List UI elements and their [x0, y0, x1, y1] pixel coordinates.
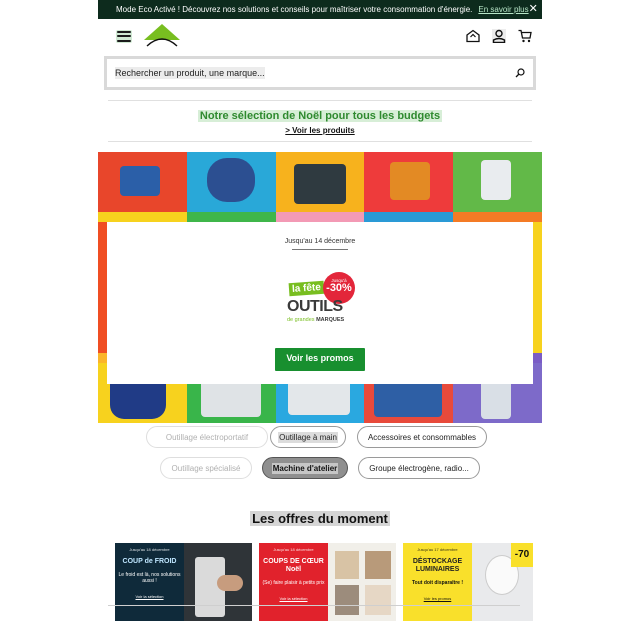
discount-value: -30%: [326, 282, 352, 294]
offer-date: Jusqu'au 18 décembre: [273, 547, 314, 552]
search-icon[interactable]: [515, 68, 525, 78]
christmas-selection-banner: Notre sélection de Noël pour tous les bu…: [98, 101, 542, 141]
chip-machine-d-atelier[interactable]: Machine d'atelier: [262, 457, 348, 479]
account-icon[interactable]: [492, 29, 506, 43]
offer-cta[interactable]: Voir la sélection: [115, 594, 184, 599]
offer-card-text: Jusqu'au 18 décembre COUPS DE CŒUR Noël …: [259, 543, 328, 621]
chip-accessoires-consommables[interactable]: Accessoires et consommables: [357, 426, 487, 448]
decor-image: [335, 585, 359, 615]
product-tile: [98, 152, 187, 212]
offer-headline: COUPS DE CŒUR Noël: [263, 558, 324, 573]
search-input[interactable]: Rechercher un produit, une marque...: [107, 59, 533, 87]
badge-outils: OUTILS: [287, 298, 343, 315]
offer-date: Jusqu'au 17 décembre: [417, 547, 458, 552]
divider: [108, 141, 532, 142]
see-products-link[interactable]: > Voir les produits: [98, 126, 542, 135]
menu-icon[interactable]: [116, 29, 132, 43]
fete-des-outils-logo: la fête Jusqu'à -30% OUTILS de grandes M…: [283, 266, 357, 326]
badge-marques-prefix: de grandes: [287, 317, 315, 323]
offer-discount: -70: [511, 543, 533, 567]
offers-carousel: Jusqu'au 18 décembre COUP de FROID Le fr…: [98, 543, 542, 623]
offer-body: Le froid est là, nos solutions aussi !: [118, 572, 181, 584]
offer-card-text: Jusqu'au 18 décembre COUP de FROID Le fr…: [115, 543, 184, 621]
offer-card-destockage[interactable]: Jusqu'au 17 décembre DÉSTOCKAGE LUMINAIR…: [403, 543, 533, 621]
close-icon[interactable]: ✕: [529, 4, 538, 15]
offer-card-coups-de-coeur[interactable]: Jusqu'au 18 décembre COUPS DE CŒUR Noël …: [259, 543, 396, 621]
offers-title: Les offres du moment: [250, 511, 390, 526]
product-tile: [275, 152, 365, 212]
divider: [108, 605, 520, 606]
header-actions: [466, 29, 532, 43]
hand-image: [217, 575, 243, 591]
search-placeholder: Rechercher un produit, une marque...: [115, 67, 265, 79]
offer-cta[interactable]: Voir la sélection: [259, 596, 328, 601]
decor-image: [335, 551, 359, 579]
category-chips: Outillage électroportatif Outillage à ma…: [98, 424, 542, 488]
offer-date: Jusqu'au 18 décembre: [129, 547, 170, 552]
chip-label: Outillage électroportatif: [165, 432, 249, 442]
eco-mode-banner: Mode Eco Activé ! Découvrez nos solution…: [98, 0, 542, 19]
search-bar: Rechercher un produit, une marque...: [104, 56, 536, 90]
offer-card-coup-de-froid[interactable]: Jusqu'au 18 décembre COUP de FROID Le fr…: [115, 543, 252, 621]
divider: [292, 249, 348, 250]
site-header: [98, 19, 542, 53]
see-promos-button[interactable]: Voir les promos: [275, 348, 365, 371]
chip-label: Outillage à main: [278, 431, 338, 443]
offers-section-title: Les offres du moment: [98, 510, 542, 528]
product-tile: [186, 152, 276, 212]
offer-card-text: Jusqu'au 17 décembre DÉSTOCKAGE LUMINAIR…: [403, 543, 472, 621]
chip-label: Groupe électrogène, radio...: [369, 463, 469, 473]
chip-groupe-electrogene[interactable]: Groupe électrogène, radio...: [358, 457, 480, 479]
offer-body: Tout doit disparaître !: [411, 580, 464, 586]
product-tile: [364, 152, 454, 212]
tools-promo-hero[interactable]: Jusqu'au 14 décembre la fête Jusqu'à -30…: [98, 152, 542, 423]
offer-headline: COUP de FROID: [122, 558, 177, 565]
badge-fete: la fête: [288, 280, 325, 297]
chip-outillage-a-main[interactable]: Outillage à main: [270, 426, 346, 448]
chip-label: Accessoires et consommables: [367, 432, 477, 442]
promo-date: Jusqu'au 14 décembre: [284, 238, 356, 245]
store-icon[interactable]: [466, 29, 480, 43]
leroy-merlin-logo[interactable]: [144, 24, 180, 48]
christmas-selection-title: Notre sélection de Noël pour tous les bu…: [197, 110, 443, 122]
chip-outillage-electroportatif[interactable]: Outillage électroportatif: [146, 426, 268, 448]
cart-icon[interactable]: [518, 29, 532, 43]
chip-label: Outillage spécialisé: [171, 463, 241, 473]
decor-image: [365, 585, 391, 615]
eco-banner-link[interactable]: En savoir plus: [478, 5, 528, 14]
decor-image: [365, 551, 391, 579]
eco-banner-message: Mode Eco Activé ! Découvrez nos solution…: [116, 5, 473, 14]
chip-outillage-specialise[interactable]: Outillage spécialisé: [160, 457, 252, 479]
offer-headline: DÉSTOCKAGE LUMINAIRES: [412, 558, 463, 573]
badge-marques-word: MARQUES: [316, 317, 345, 323]
badge-marques: de grandes MARQUES: [287, 317, 344, 323]
offer-cta[interactable]: Voir les promos: [403, 596, 472, 601]
promo-card: Jusqu'au 14 décembre la fête Jusqu'à -30…: [107, 222, 533, 384]
page: Mode Eco Activé ! Découvrez nos solution…: [98, 0, 542, 640]
chip-label: Machine d'atelier: [271, 462, 339, 474]
product-tile: [453, 152, 542, 212]
offer-body: (Se) faire plaisir à petits prix: [262, 580, 325, 586]
